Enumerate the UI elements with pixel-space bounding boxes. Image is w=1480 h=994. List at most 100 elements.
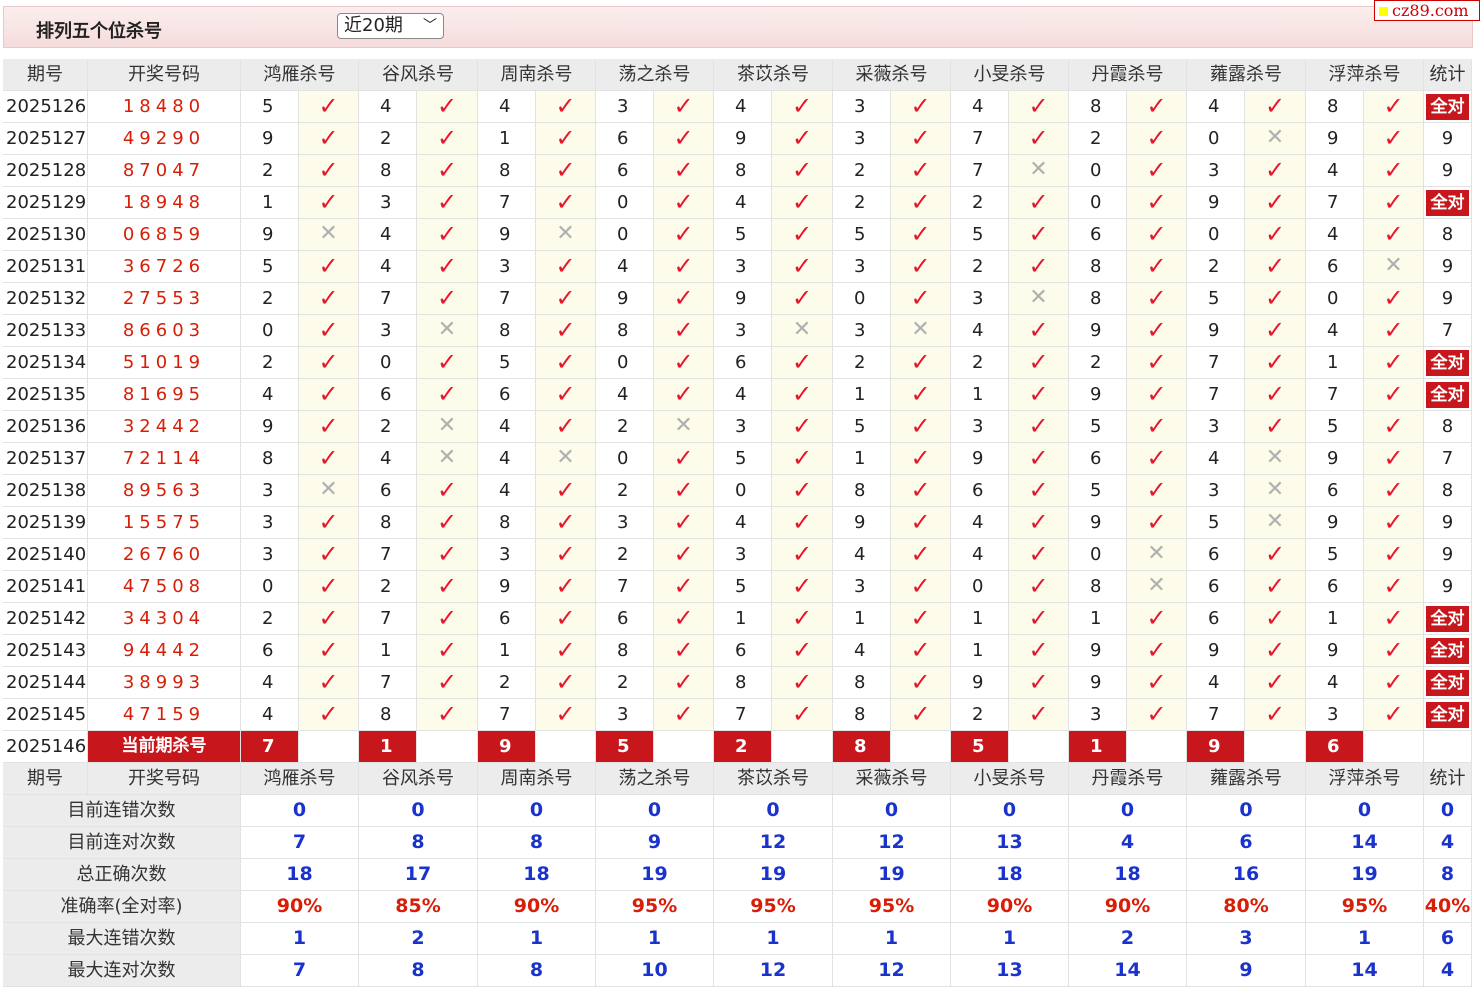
hit-mark-cell: ✓	[1009, 699, 1069, 731]
kill-number-cell: 2	[241, 283, 299, 315]
top-expert-header[interactable]: 茶苡杀号	[714, 59, 833, 91]
hit-mark-cell: ✓	[536, 123, 596, 155]
check-icon: ✓	[1146, 380, 1167, 408]
check-icon: ✓	[1383, 124, 1404, 152]
hit-mark-cell: ✓	[1127, 187, 1187, 219]
bottom-expert-header[interactable]: 荡之杀号	[596, 763, 714, 795]
kill-number-cell: 9	[1069, 635, 1127, 667]
check-icon: ✓	[673, 284, 694, 312]
hit-mark-cell: ✓	[772, 667, 833, 699]
bottom-expert-header[interactable]: 茶苡杀号	[714, 763, 833, 795]
kill-number-cell: 3	[833, 315, 891, 347]
summary-value: 7	[241, 827, 359, 859]
summary-value: 19	[596, 859, 714, 891]
stat-cell: 9	[1424, 283, 1472, 315]
stat-cell: 全对	[1424, 699, 1472, 731]
check-icon: ✓	[1028, 220, 1049, 248]
hit-mark-cell: ✓	[536, 411, 596, 443]
check-icon: ✓	[791, 668, 813, 696]
check-icon: ✓	[673, 252, 694, 280]
top-period-header: 期号	[3, 59, 88, 91]
check-icon: ✓	[910, 156, 931, 184]
check-icon: ✓	[791, 604, 813, 632]
check-icon: ✓	[318, 636, 339, 664]
check-icon: ✓	[1383, 156, 1404, 184]
header-bar: 排列五个位杀号 近20期 ﹀	[3, 6, 1473, 48]
kill-number-cell: 1	[833, 443, 891, 475]
hit-mark-cell: ✓	[1364, 187, 1424, 219]
kill-number-cell: 0	[241, 571, 299, 603]
period-select[interactable]: 近20期 ﹀	[337, 13, 444, 39]
bottom-expert-header[interactable]: 浮萍杀号	[1306, 763, 1424, 795]
kill-number-cell: 3	[359, 187, 417, 219]
kill-number-cell: 7	[359, 539, 417, 571]
hit-mark-cell: ✓	[891, 379, 951, 411]
kill-number-cell: 6	[596, 603, 654, 635]
hit-mark-cell: ✓	[1127, 283, 1187, 315]
hit-mark-cell: ✓	[299, 187, 359, 219]
bottom-expert-header[interactable]: 蕹露杀号	[1187, 763, 1306, 795]
period-cell: 2025130	[3, 219, 88, 251]
top-expert-header[interactable]: 蕹露杀号	[1187, 59, 1306, 91]
top-expert-header[interactable]: 荡之杀号	[596, 59, 714, 91]
kill-number-cell: 1	[951, 603, 1009, 635]
hit-mark-cell: ✓	[417, 91, 478, 123]
top-expert-header[interactable]: 采薇杀号	[833, 59, 951, 91]
kill-number-cell: 4	[714, 379, 772, 411]
top-expert-header[interactable]: 小旻杀号	[951, 59, 1069, 91]
top-expert-header[interactable]: 谷风杀号	[359, 59, 478, 91]
check-icon: ✓	[1146, 476, 1167, 504]
period-cell: 2025137	[3, 443, 88, 475]
summary-value: 14	[1306, 827, 1424, 859]
check-icon: ✓	[910, 124, 931, 152]
check-icon: ✓	[1146, 124, 1167, 152]
check-icon: ✓	[555, 604, 576, 632]
summary-value: 18	[478, 859, 596, 891]
kill-number-cell: 9	[1069, 315, 1127, 347]
kill-number-cell: 1	[833, 379, 891, 411]
check-icon: ✓	[555, 348, 576, 376]
bottom-expert-header[interactable]: 周南杀号	[478, 763, 596, 795]
kill-number-cell: 4	[241, 667, 299, 699]
hit-mark-cell: ✓	[891, 539, 951, 571]
current-kill-number: 1	[1069, 731, 1127, 763]
top-expert-header[interactable]: 周南杀号	[478, 59, 596, 91]
stat-cell: 9	[1424, 251, 1472, 283]
bottom-expert-header[interactable]: 采薇杀号	[833, 763, 951, 795]
top-expert-header[interactable]: 丹霞杀号	[1069, 59, 1187, 91]
hit-mark-cell: ✓	[891, 699, 951, 731]
summary-value: 12	[714, 827, 833, 859]
top-expert-header[interactable]: 浮萍杀号	[1306, 59, 1424, 91]
kill-number-cell: 0	[241, 315, 299, 347]
cross-icon: ✕	[1265, 445, 1285, 470]
hit-mark-cell: ✓	[891, 219, 951, 251]
kill-number-cell: 3	[1187, 411, 1245, 443]
kill-number-cell: 2	[1187, 251, 1245, 283]
bottom-expert-header[interactable]: 鸿雁杀号	[241, 763, 359, 795]
hit-mark-cell: ✓	[536, 187, 596, 219]
site-badge[interactable]: cz89.com	[1374, 0, 1480, 21]
bottom-expert-header[interactable]: 谷风杀号	[359, 763, 478, 795]
kill-number-cell: 7	[359, 283, 417, 315]
hit-mark-cell: ✓	[1245, 283, 1306, 315]
draw-number-cell: 87047	[88, 155, 241, 187]
summary-label: 目前连对次数	[3, 827, 241, 859]
bottom-expert-header[interactable]: 小旻杀号	[951, 763, 1069, 795]
site-badge-text: cz89.com	[1392, 1, 1469, 20]
draw-number-cell: 34304	[88, 603, 241, 635]
bottom-expert-header[interactable]: 丹霞杀号	[1069, 763, 1187, 795]
kill-number-cell: 3	[833, 571, 891, 603]
kill-number-cell: 0	[596, 347, 654, 379]
check-icon: ✓	[1028, 668, 1049, 696]
check-icon: ✓	[555, 124, 576, 152]
kill-number-cell: 6	[1187, 571, 1245, 603]
kill-number-cell: 2	[241, 603, 299, 635]
summary-value: 19	[1306, 859, 1424, 891]
summary-stat-value: 4	[1424, 955, 1472, 987]
top-expert-header[interactable]: 鸿雁杀号	[241, 59, 359, 91]
kill-number-cell: 9	[241, 219, 299, 251]
kill-number-cell: 9	[241, 411, 299, 443]
hit-mark-cell: ✓	[772, 699, 833, 731]
hit-mark-cell: ✓	[772, 347, 833, 379]
kill-number-cell: 4	[1306, 315, 1364, 347]
